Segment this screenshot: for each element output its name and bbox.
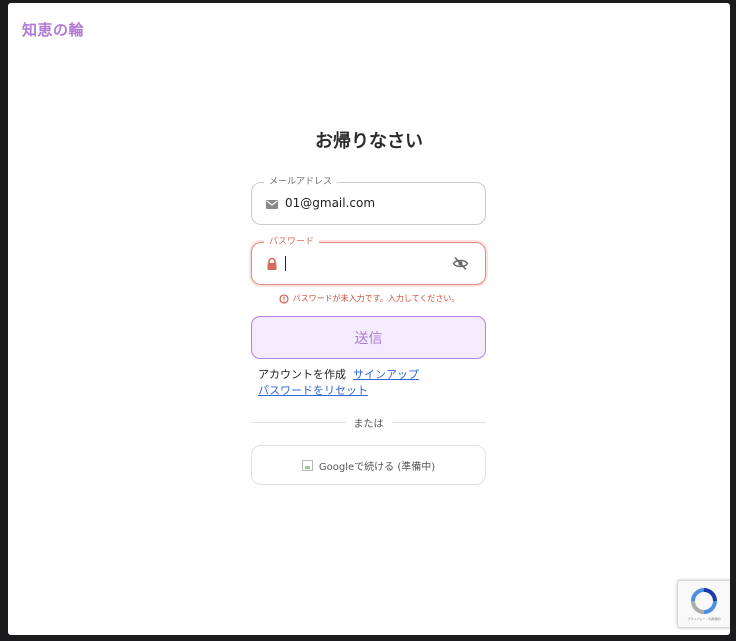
recaptcha-badge[interactable]: プライバシー - 利用規約 xyxy=(677,580,730,628)
lock-icon xyxy=(267,257,277,270)
account-links: アカウントを作成 サインアップ パスワードをリセット xyxy=(258,367,419,399)
eye-slash-icon[interactable] xyxy=(452,256,469,271)
reset-password-link[interactable]: パスワードをリセット xyxy=(258,384,368,397)
envelope-icon xyxy=(266,200,278,209)
google-signin-label: Googleで続ける (準備中) xyxy=(318,461,436,473)
submit-button[interactable]: 送信 xyxy=(251,316,486,359)
password-error: パスワードが未入力です。入力してください。 xyxy=(8,293,730,304)
recaptcha-terms[interactable]: プライバシー - 利用規約 xyxy=(678,617,730,622)
divider-text: または xyxy=(353,419,384,430)
email-field[interactable]: メールアドレス 01@gmail.com xyxy=(251,176,486,225)
divider-line-right xyxy=(391,422,486,423)
or-divider: または xyxy=(251,415,486,430)
signup-link[interactable]: サインアップ xyxy=(353,368,419,381)
divider-line-left xyxy=(251,422,346,423)
browser-window: 知恵の輪 お帰りなさい メールアドレス 01@gmail.com パスワード パ… xyxy=(8,3,730,635)
text-caret xyxy=(285,256,286,271)
google-signin-button[interactable]: Googleで続ける (準備中) xyxy=(251,445,486,485)
error-text: パスワードが未入力です。入力してください。 xyxy=(292,294,460,303)
google-logo-icon xyxy=(301,459,313,471)
create-account-text: アカウントを作成 xyxy=(258,368,346,381)
password-field-label: パスワード xyxy=(264,236,320,248)
password-field[interactable]: パスワード xyxy=(251,236,486,285)
error-icon xyxy=(279,293,289,304)
brand-logo[interactable]: 知恵の輪 xyxy=(22,19,84,40)
email-input[interactable]: 01@gmail.com xyxy=(285,196,375,210)
page-title: お帰りなさい xyxy=(315,131,423,152)
recaptcha-icon xyxy=(691,588,717,614)
email-field-label: メールアドレス xyxy=(264,176,338,188)
